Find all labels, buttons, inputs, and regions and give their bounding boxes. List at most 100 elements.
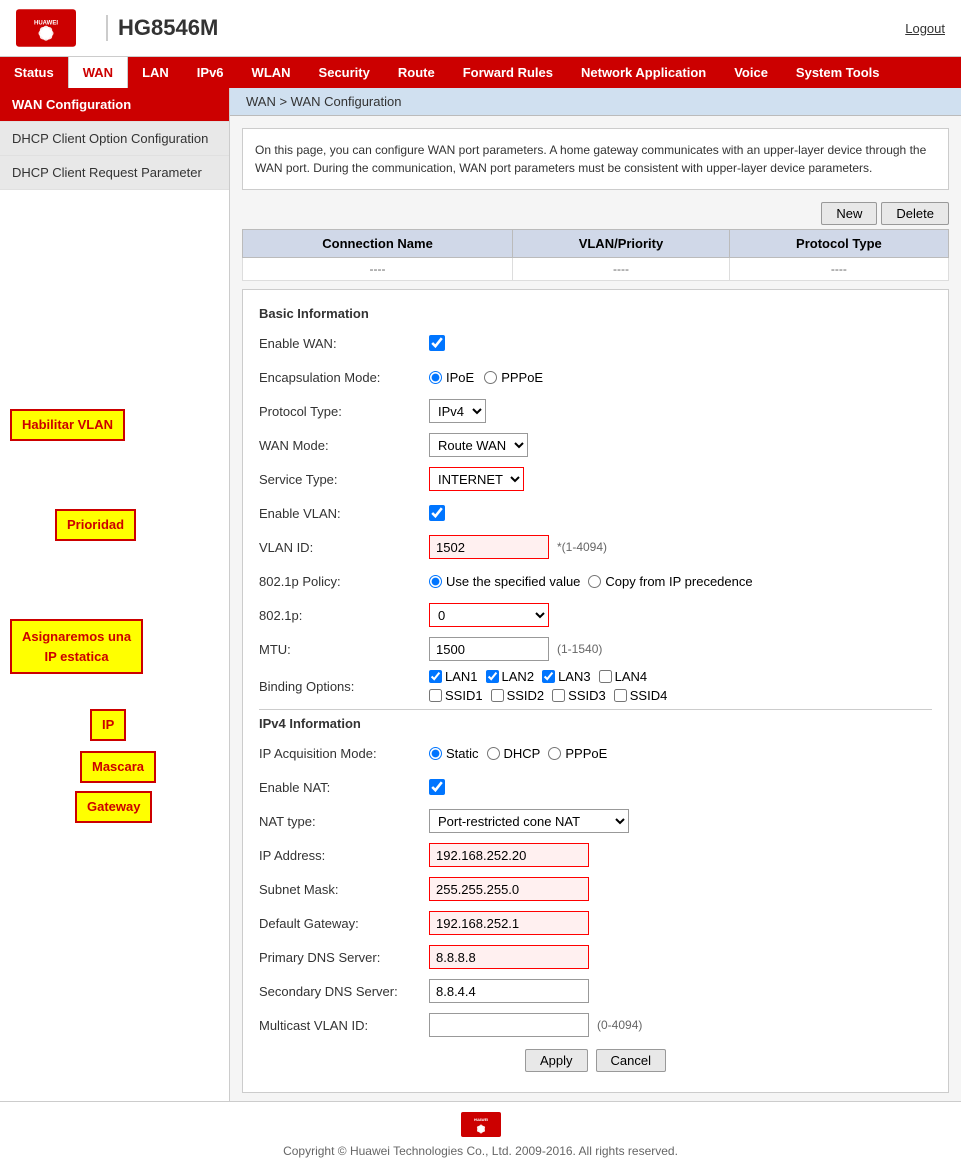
device-title: HG8546M xyxy=(106,15,218,41)
policy-specified-radio[interactable] xyxy=(429,575,442,588)
pppoe-acq-radio[interactable] xyxy=(548,747,561,760)
sidebar-dhcp-option[interactable]: DHCP Client Option Configuration xyxy=(0,122,229,156)
lan4-checkbox[interactable] xyxy=(599,670,612,683)
ipoE-radio-label[interactable]: IPoE xyxy=(429,370,474,385)
subnet-input[interactable] xyxy=(429,877,589,901)
nat-type-control: Port-restricted cone NAT xyxy=(429,809,932,833)
footer-logo: HUAWEI xyxy=(461,1112,501,1140)
ipv4-info-title: IPv4 Information xyxy=(259,716,932,731)
ssid2-binding[interactable]: SSID2 xyxy=(491,688,545,703)
gateway-input[interactable] xyxy=(429,911,589,935)
enable-vlan-checkbox[interactable] xyxy=(429,505,445,521)
binding-row: Binding Options: LAN1 LAN2 LAN3 LAN4 xyxy=(259,669,932,703)
pppoe-radio-label[interactable]: PPPoE xyxy=(484,370,543,385)
ssid1-checkbox[interactable] xyxy=(429,689,442,702)
nav-lan[interactable]: LAN xyxy=(128,57,183,88)
vlan-id-row: VLAN ID: *(1-4094) xyxy=(259,533,932,561)
secondary-dns-input[interactable] xyxy=(429,979,589,1003)
nat-type-select[interactable]: Port-restricted cone NAT xyxy=(429,809,629,833)
wan-table: Connection Name VLAN/Priority Protocol T… xyxy=(242,229,949,281)
static-radio-label[interactable]: Static xyxy=(429,746,479,761)
wan-mode-label: WAN Mode: xyxy=(259,438,429,453)
table-row: ---- ---- ---- xyxy=(243,258,949,281)
dhcp-radio-label[interactable]: DHCP xyxy=(487,746,541,761)
encapsulation-label: Encapsulation Mode: xyxy=(259,370,429,385)
nav-wan[interactable]: WAN xyxy=(68,57,128,88)
ssid4-binding[interactable]: SSID4 xyxy=(614,688,668,703)
col-protocol-type: Protocol Type xyxy=(729,230,948,258)
primary-dns-label: Primary DNS Server: xyxy=(259,950,429,965)
col-connection-name: Connection Name xyxy=(243,230,513,258)
policy-label: 802.1p Policy: xyxy=(259,574,429,589)
sidebar-dhcp-request[interactable]: DHCP Client Request Parameter xyxy=(0,156,229,190)
mtu-input[interactable] xyxy=(429,637,549,661)
nav-system-tools[interactable]: System Tools xyxy=(782,57,894,88)
binding-control: LAN1 LAN2 LAN3 LAN4 SSID1 SSID2 SSID3 SS xyxy=(429,669,932,703)
lan2-binding[interactable]: LAN2 xyxy=(486,669,535,684)
new-button[interactable]: New xyxy=(821,202,877,225)
ipoE-radio[interactable] xyxy=(429,371,442,384)
ssid1-binding[interactable]: SSID1 xyxy=(429,688,483,703)
protocol-type-select[interactable]: IPv4 xyxy=(429,399,486,423)
dot1p-select[interactable]: 0 xyxy=(429,603,549,627)
nav-ipv6[interactable]: IPv6 xyxy=(183,57,238,88)
nav-wlan[interactable]: WLAN xyxy=(238,57,305,88)
lan3-binding[interactable]: LAN3 xyxy=(542,669,591,684)
dhcp-radio[interactable] xyxy=(487,747,500,760)
cancel-button[interactable]: Cancel xyxy=(596,1049,666,1072)
lan2-checkbox[interactable] xyxy=(486,670,499,683)
lan1-binding[interactable]: LAN1 xyxy=(429,669,478,684)
mtu-row: MTU: (1-1540) xyxy=(259,635,932,663)
encapsulation-row: Encapsulation Mode: IPoE PPPoE xyxy=(259,363,932,391)
protocol-type-row: Protocol Type: IPv4 xyxy=(259,397,932,425)
enable-nat-checkbox[interactable] xyxy=(429,779,445,795)
nav-voice[interactable]: Voice xyxy=(720,57,782,88)
ip-address-label: IP Address: xyxy=(259,848,429,863)
toolbar: New Delete xyxy=(242,202,949,225)
annotation-asignar-ip: Asignaremos unaIP estatica xyxy=(10,619,143,674)
lan1-checkbox[interactable] xyxy=(429,670,442,683)
vlan-id-label: VLAN ID: xyxy=(259,540,429,555)
nav-status[interactable]: Status xyxy=(0,57,68,88)
ssid2-checkbox[interactable] xyxy=(491,689,504,702)
apply-button[interactable]: Apply xyxy=(525,1049,588,1072)
ssid3-binding[interactable]: SSID3 xyxy=(552,688,606,703)
sidebar: WAN Configuration DHCP Client Option Con… xyxy=(0,88,230,1101)
pppoe-radio[interactable] xyxy=(484,371,497,384)
ssid3-checkbox[interactable] xyxy=(552,689,565,702)
gateway-row: Default Gateway: xyxy=(259,909,932,937)
nat-type-row: NAT type: Port-restricted cone NAT xyxy=(259,807,932,835)
nav-network-app[interactable]: Network Application xyxy=(567,57,720,88)
ssid4-checkbox[interactable] xyxy=(614,689,627,702)
multicast-control: (0-4094) xyxy=(429,1013,932,1037)
multicast-hint: (0-4094) xyxy=(597,1018,642,1032)
wan-mode-select[interactable]: Route WAN xyxy=(429,433,528,457)
policy-specified-label[interactable]: Use the specified value xyxy=(429,574,580,589)
policy-copy-label[interactable]: Copy from IP precedence xyxy=(588,574,752,589)
logo-area: HUAWEI xyxy=(16,8,76,48)
pppoe-acq-radio-label[interactable]: PPPoE xyxy=(548,746,607,761)
enable-wan-checkbox[interactable] xyxy=(429,335,445,351)
lan4-binding[interactable]: LAN4 xyxy=(599,669,648,684)
ip-address-input[interactable] xyxy=(429,843,589,867)
logout-button[interactable]: Logout xyxy=(905,21,945,36)
basic-info-title: Basic Information xyxy=(259,306,932,321)
service-type-select[interactable]: INTERNET xyxy=(429,467,524,491)
nav-route[interactable]: Route xyxy=(384,57,449,88)
subnet-label: Subnet Mask: xyxy=(259,882,429,897)
nav-forward-rules[interactable]: Forward Rules xyxy=(449,57,567,88)
secondary-dns-row: Secondary DNS Server: xyxy=(259,977,932,1005)
policy-copy-radio[interactable] xyxy=(588,575,601,588)
multicast-input[interactable] xyxy=(429,1013,589,1037)
lan3-checkbox[interactable] xyxy=(542,670,555,683)
gateway-control xyxy=(429,911,932,935)
primary-dns-input[interactable] xyxy=(429,945,589,969)
vlan-id-input[interactable] xyxy=(429,535,549,559)
annotation-mascara: Mascara xyxy=(80,751,156,783)
delete-button[interactable]: Delete xyxy=(881,202,949,225)
subnet-row: Subnet Mask: xyxy=(259,875,932,903)
sidebar-wan-config[interactable]: WAN Configuration xyxy=(0,88,229,122)
cell-protocol: ---- xyxy=(729,258,948,281)
nav-security[interactable]: Security xyxy=(305,57,384,88)
static-radio[interactable] xyxy=(429,747,442,760)
